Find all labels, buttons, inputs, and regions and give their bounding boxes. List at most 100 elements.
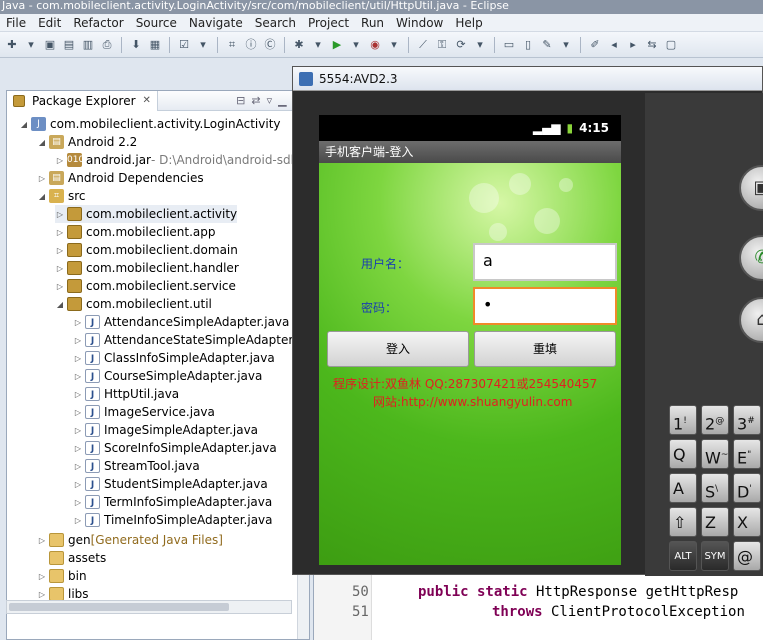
collapsed-arrow-icon[interactable]: ▷ [73, 336, 83, 345]
minimize-icon[interactable]: ▁ [278, 94, 286, 107]
expanded-arrow-icon[interactable]: ◢ [37, 192, 47, 201]
password-field[interactable]: • [473, 287, 617, 325]
external-tools-icon[interactable]: ◉ [367, 37, 383, 53]
tree-item-file[interactable]: ▷ J AttendanceStateSimpleAdapter.java [73, 331, 309, 349]
collapsed-arrow-icon[interactable]: ▷ [73, 444, 83, 453]
new-dropdown-icon[interactable]: ▾ [23, 37, 39, 53]
tree-item-file[interactable]: ▷ J StreamTool.java [73, 457, 200, 475]
menu-refactor[interactable]: Refactor [67, 16, 129, 30]
collapsed-arrow-icon[interactable]: ▷ [55, 264, 65, 273]
external-tools-dropdown-icon[interactable]: ▾ [386, 37, 402, 53]
open-file-icon[interactable]: ▯ [520, 37, 536, 53]
sym-key[interactable]: SYM [701, 541, 729, 571]
tree-item-file[interactable]: ▷ J CourseSimpleAdapter.java [73, 367, 262, 385]
scrollbar-thumb[interactable] [9, 603, 229, 611]
key-1[interactable]: 1! [669, 405, 697, 435]
collapsed-arrow-icon[interactable]: ▷ [55, 282, 65, 291]
lock-icon[interactable]: ⚿ [434, 37, 450, 53]
annotation-icon[interactable]: ✐ [587, 37, 603, 53]
pin-icon[interactable]: ⟋ [415, 37, 431, 53]
run-icon[interactable]: ▶ [329, 37, 345, 53]
tree-item-file[interactable]: ▷ J StudentSimpleAdapter.java [73, 475, 268, 493]
new-type-icon[interactable]: ▣ [42, 37, 58, 53]
view-menu-icon[interactable]: ▿ [267, 94, 273, 107]
menu-edit[interactable]: Edit [32, 16, 67, 30]
new-icon[interactable]: ✚ [4, 37, 20, 53]
back-icon[interactable]: ◂ [606, 37, 622, 53]
key-a[interactable]: A [669, 473, 697, 503]
menu-project[interactable]: Project [302, 16, 355, 30]
tree-item-android-lib[interactable]: ◢ ▤ Android 2.2 [37, 133, 137, 151]
tree-item-file[interactable]: ▷ J TermInfoSimpleAdapter.java [73, 493, 272, 511]
tree-item-src[interactable]: ◢ ⌗ src [37, 187, 86, 205]
collapsed-arrow-icon[interactable]: ▷ [73, 462, 83, 471]
collapsed-arrow-icon[interactable]: ▷ [55, 156, 65, 165]
refresh-dropdown-icon[interactable]: ▾ [472, 37, 488, 53]
pencil-icon[interactable]: ✎ [539, 37, 555, 53]
debug-icon[interactable]: ✱ [291, 37, 307, 53]
key-d[interactable]: D' [733, 473, 761, 503]
key-q[interactable]: Q [669, 439, 697, 469]
save-icon[interactable]: ▤ [61, 37, 77, 53]
nav-icon[interactable]: ⇆ [644, 37, 660, 53]
tree-item-file[interactable]: ▷ J ImageSimpleAdapter.java [73, 421, 258, 439]
tree-item-project[interactable]: ◢ J com.mobileclient.activity.LoginActiv… [19, 115, 281, 133]
collapsed-arrow-icon[interactable]: ▷ [55, 228, 65, 237]
task-dropdown-icon[interactable]: ▾ [195, 37, 211, 53]
collapsed-arrow-icon[interactable]: ▷ [73, 372, 83, 381]
tree-item-assets[interactable]: assets [37, 549, 106, 567]
key-z[interactable]: Z [701, 507, 729, 537]
tree-item-file[interactable]: ▷ J ImageService.java [73, 403, 215, 421]
task-icon[interactable]: ☑ [176, 37, 192, 53]
close-icon[interactable]: ✕ [143, 95, 151, 106]
collapsed-arrow-icon[interactable]: ▷ [37, 174, 47, 183]
tree-item-package[interactable]: ◢ com.mobileclient.util [55, 295, 212, 313]
menu-file[interactable]: File [0, 16, 32, 30]
username-field[interactable]: a [473, 243, 617, 281]
tree-item-package[interactable]: ▷ com.mobileclient.service [55, 277, 236, 295]
expanded-arrow-icon[interactable]: ◢ [55, 300, 65, 309]
collapsed-arrow-icon[interactable]: ▷ [73, 390, 83, 399]
shift-key[interactable]: ⇧ [669, 507, 697, 537]
collapsed-arrow-icon[interactable]: ▷ [55, 210, 65, 219]
avd-manager-icon[interactable]: ▦ [147, 37, 163, 53]
menu-help[interactable]: Help [449, 16, 488, 30]
menu-run[interactable]: Run [355, 16, 390, 30]
key-3[interactable]: 3# [733, 405, 761, 435]
menu-window[interactable]: Window [390, 16, 449, 30]
android-sdk-icon[interactable]: ⬇ [128, 37, 144, 53]
collapsed-arrow-icon[interactable]: ▷ [37, 572, 47, 581]
debug-dropdown-icon[interactable]: ▾ [310, 37, 326, 53]
reset-button[interactable]: 重填 [474, 331, 616, 367]
last-edit-icon[interactable]: ▢ [663, 37, 679, 53]
collapsed-arrow-icon[interactable]: ▷ [73, 498, 83, 507]
login-button[interactable]: 登入 [327, 331, 469, 367]
collapsed-arrow-icon[interactable]: ▷ [37, 536, 47, 545]
tree-item-package[interactable]: ▷ com.mobileclient.app [55, 223, 216, 241]
tree-item-package[interactable]: ▷ com.mobileclient.handler [55, 259, 239, 277]
at-key[interactable]: @ [733, 541, 761, 571]
forward-icon[interactable]: ▸ [625, 37, 641, 53]
tree-item-file[interactable]: ▷ J HttpUtil.java [73, 385, 179, 403]
key-x[interactable]: X [733, 507, 761, 537]
collapsed-arrow-icon[interactable]: ▷ [73, 426, 83, 435]
menu-source[interactable]: Source [130, 16, 183, 30]
expanded-arrow-icon[interactable]: ◢ [19, 120, 29, 129]
link-editor-icon[interactable]: ⇄ [251, 94, 260, 107]
tree-item-file[interactable]: ▷ J AttendanceSimpleAdapter.java [73, 313, 289, 331]
tree-item-gen[interactable]: ▷ gen [Generated Java Files] [37, 531, 223, 549]
tree-item-package[interactable]: ▷ com.mobileclient.domain [55, 241, 238, 259]
expanded-arrow-icon[interactable]: ◢ [37, 138, 47, 147]
package-icon[interactable]: ⌗ [224, 37, 240, 53]
key-2[interactable]: 2@ [701, 405, 729, 435]
open-folder-icon[interactable]: ▭ [501, 37, 517, 53]
tree-item-android-dependencies[interactable]: ▷ ▤ Android Dependencies [37, 169, 204, 187]
alt-key[interactable]: ALT [669, 541, 697, 571]
key-w[interactable]: W~ [701, 439, 729, 469]
collapsed-arrow-icon[interactable]: ▷ [73, 318, 83, 327]
open-type-icon[interactable]: ⓘ [243, 37, 259, 53]
collapsed-arrow-icon[interactable]: ▷ [55, 246, 65, 255]
run-dropdown-icon[interactable]: ▾ [348, 37, 364, 53]
collapsed-arrow-icon[interactable]: ▷ [73, 354, 83, 363]
home-icon[interactable]: ⌂ [739, 297, 763, 343]
